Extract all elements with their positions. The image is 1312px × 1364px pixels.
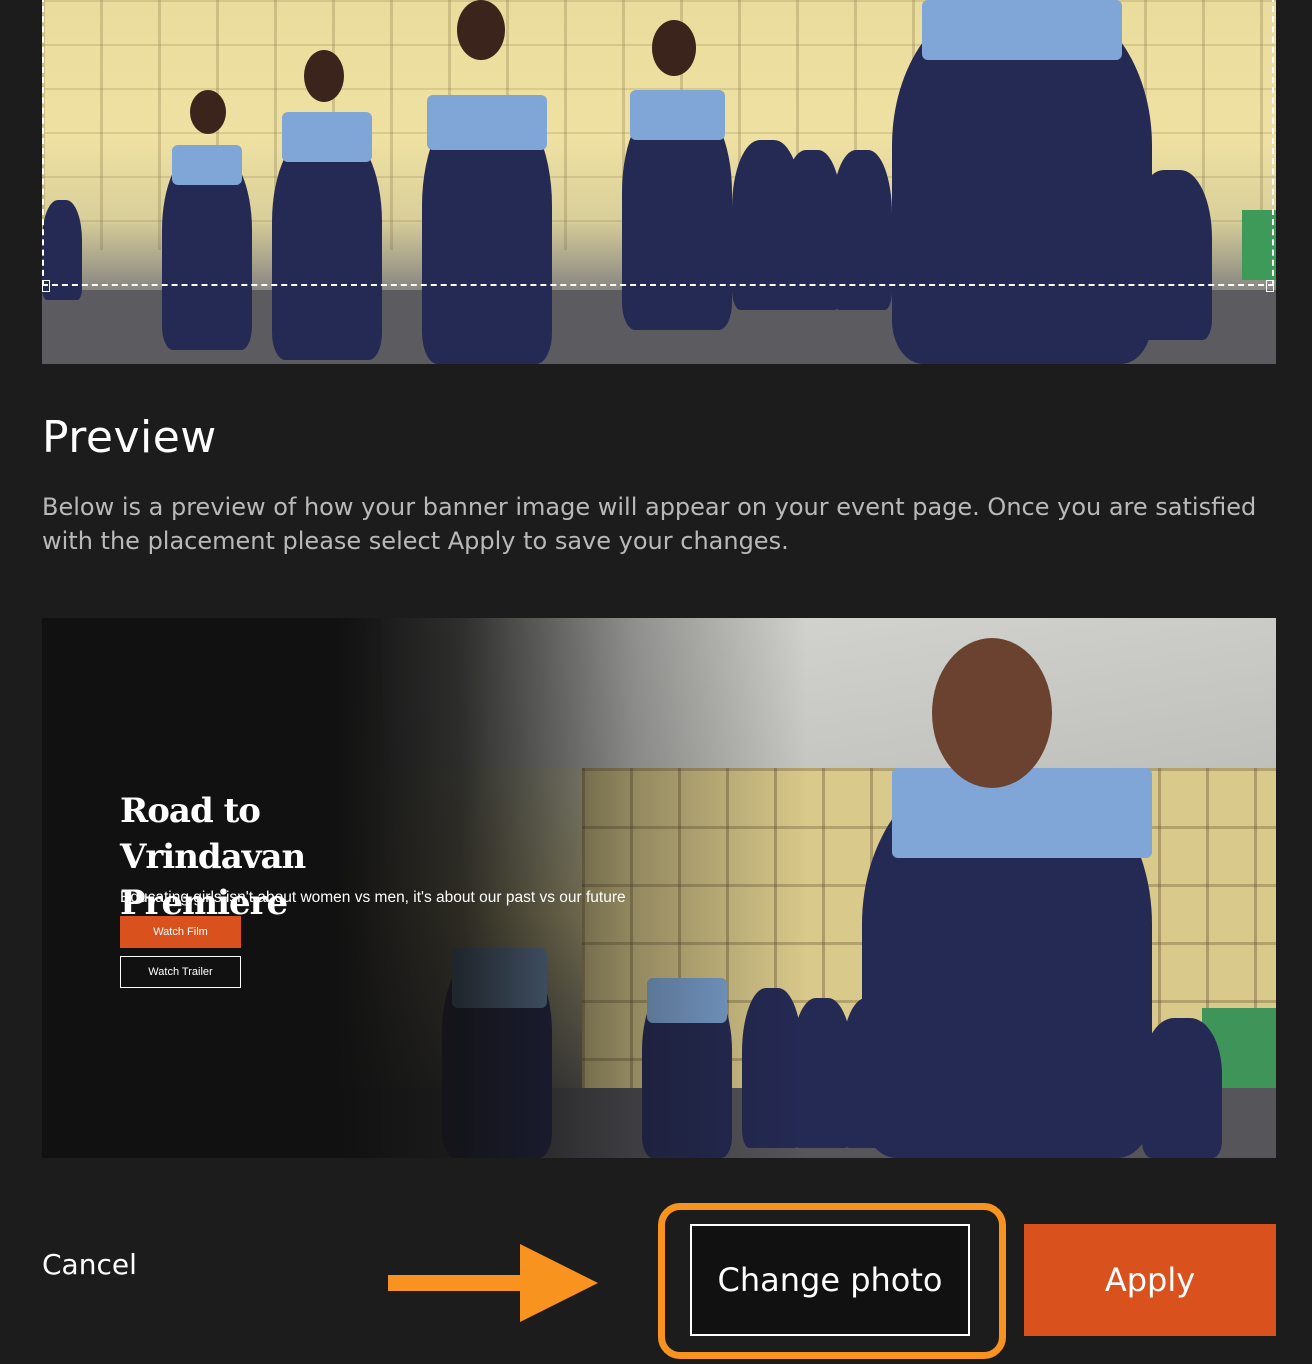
crop-handle-bottom-left[interactable] xyxy=(42,280,50,292)
preview-heading: Preview xyxy=(42,412,217,463)
banner-preview: Road to Vrindavan Premiere Educating gir… xyxy=(42,618,1276,1158)
cancel-button[interactable]: Cancel xyxy=(42,1248,137,1281)
crop-handle-bottom-right[interactable] xyxy=(1266,280,1274,292)
preview-description: Below is a preview of how your banner im… xyxy=(42,493,1257,555)
watch-trailer-button[interactable]: Watch Trailer xyxy=(120,956,241,988)
banner-subtitle: Educating girls isn't about women vs men… xyxy=(120,889,626,906)
watch-film-button[interactable]: Watch Film xyxy=(120,916,241,948)
crop-selection-frame[interactable] xyxy=(42,0,1274,286)
change-photo-button[interactable]: Change photo xyxy=(690,1224,970,1336)
arrow-right-icon xyxy=(388,1244,598,1322)
apply-button[interactable]: Apply xyxy=(1024,1224,1276,1336)
